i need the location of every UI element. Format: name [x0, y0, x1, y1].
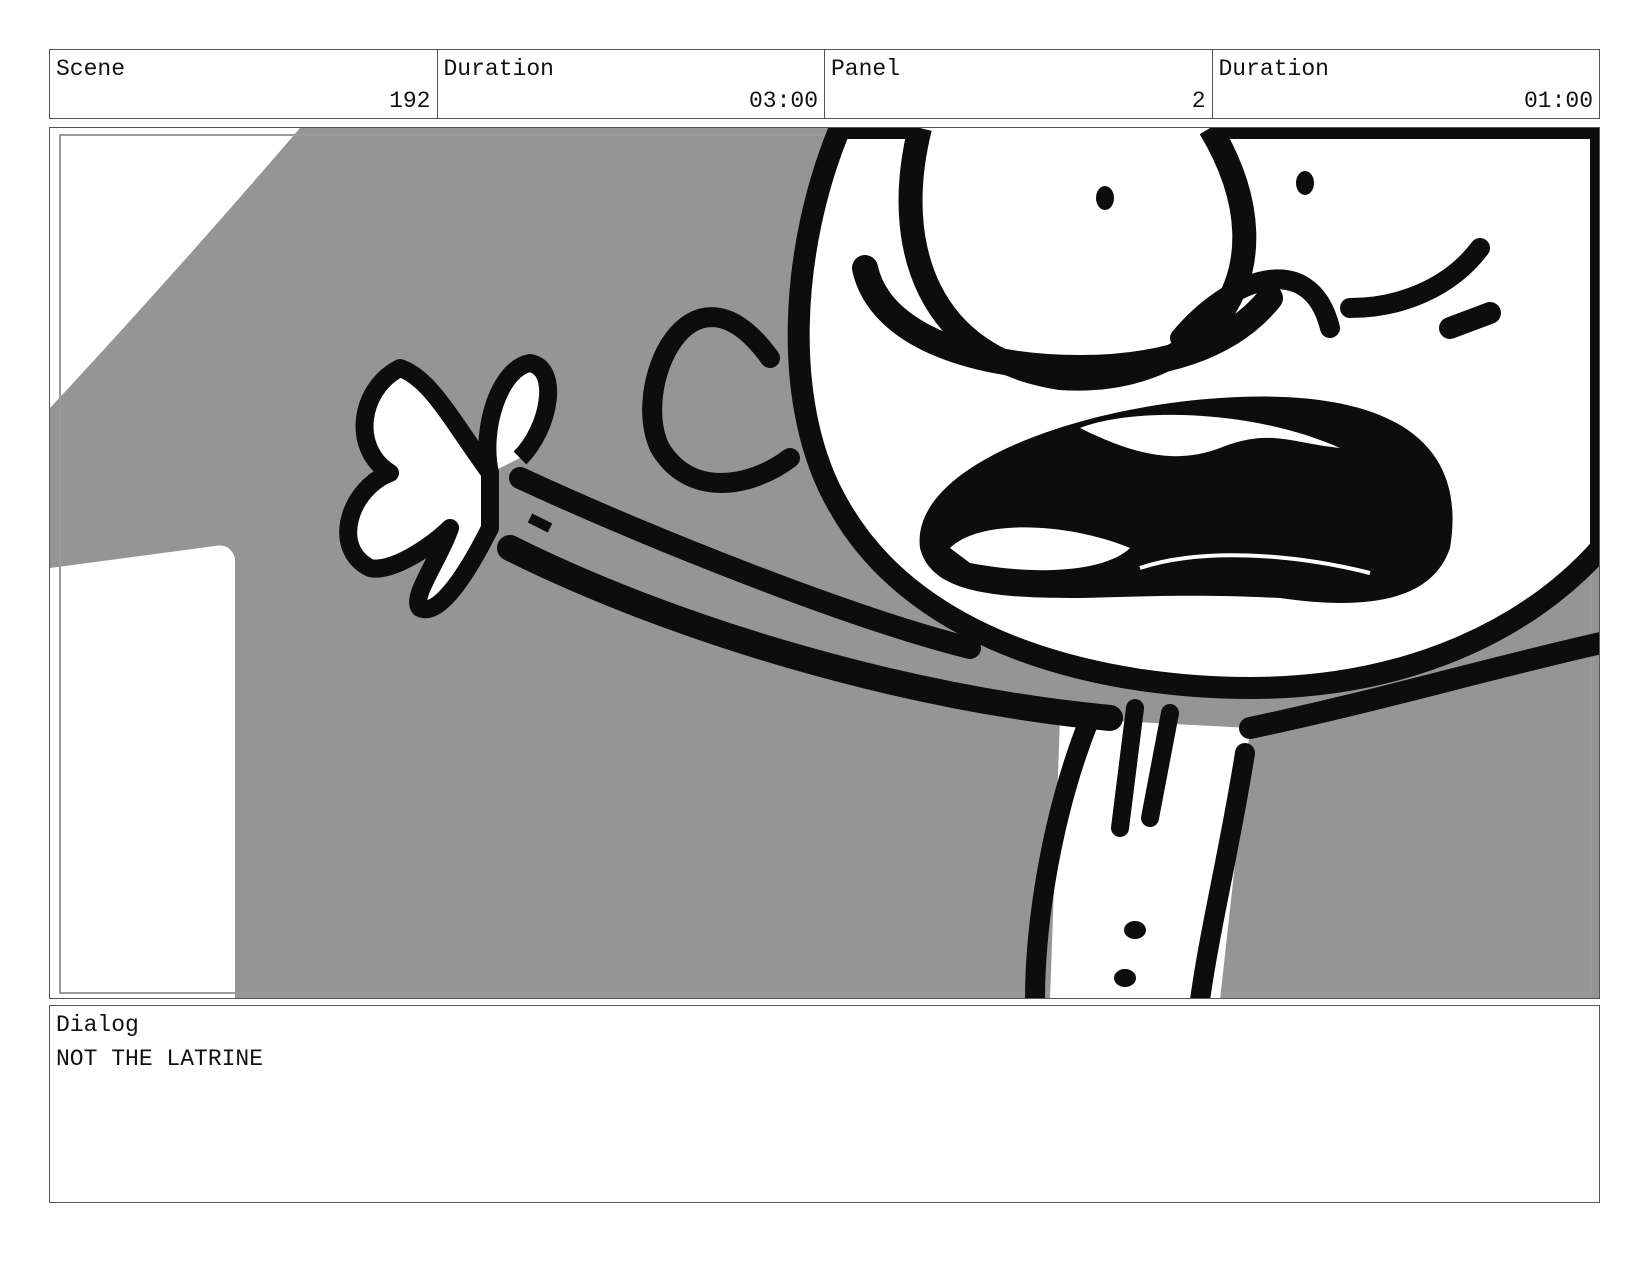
- cheek-mark: [1439, 302, 1501, 339]
- scene-duration-label: Duration: [443, 56, 554, 82]
- storyboard-drawing: [50, 128, 1599, 998]
- shirt-button: [1114, 969, 1136, 987]
- scene-cell: Scene 192: [50, 50, 438, 118]
- dialog-label: Dialog: [56, 1012, 139, 1038]
- panel-label: Panel: [831, 56, 901, 82]
- dialog-text: NOT THE LATRINE: [56, 1046, 264, 1072]
- panel-duration-cell: Duration 01:00: [1213, 50, 1600, 118]
- scene-label: Scene: [56, 56, 126, 82]
- storyboard-frame: [49, 127, 1600, 999]
- shirt-button: [1124, 921, 1146, 939]
- scene-number: 192: [389, 88, 431, 114]
- panel-duration-value: 01:00: [1523, 88, 1593, 114]
- storyboard-header: Scene 192 Duration 03:00 Panel 2 Duratio…: [49, 49, 1600, 119]
- pupil: [1096, 186, 1114, 210]
- pupil: [1296, 171, 1314, 195]
- panel-duration-label: Duration: [1218, 56, 1329, 82]
- panel-number: 2: [1191, 88, 1206, 114]
- scene-duration-cell: Duration 03:00: [438, 50, 825, 118]
- scene-duration-value: 03:00: [748, 88, 818, 114]
- panel-cell: Panel 2: [825, 50, 1213, 118]
- dialog-box: Dialog NOT THE LATRINE: [49, 1005, 1600, 1203]
